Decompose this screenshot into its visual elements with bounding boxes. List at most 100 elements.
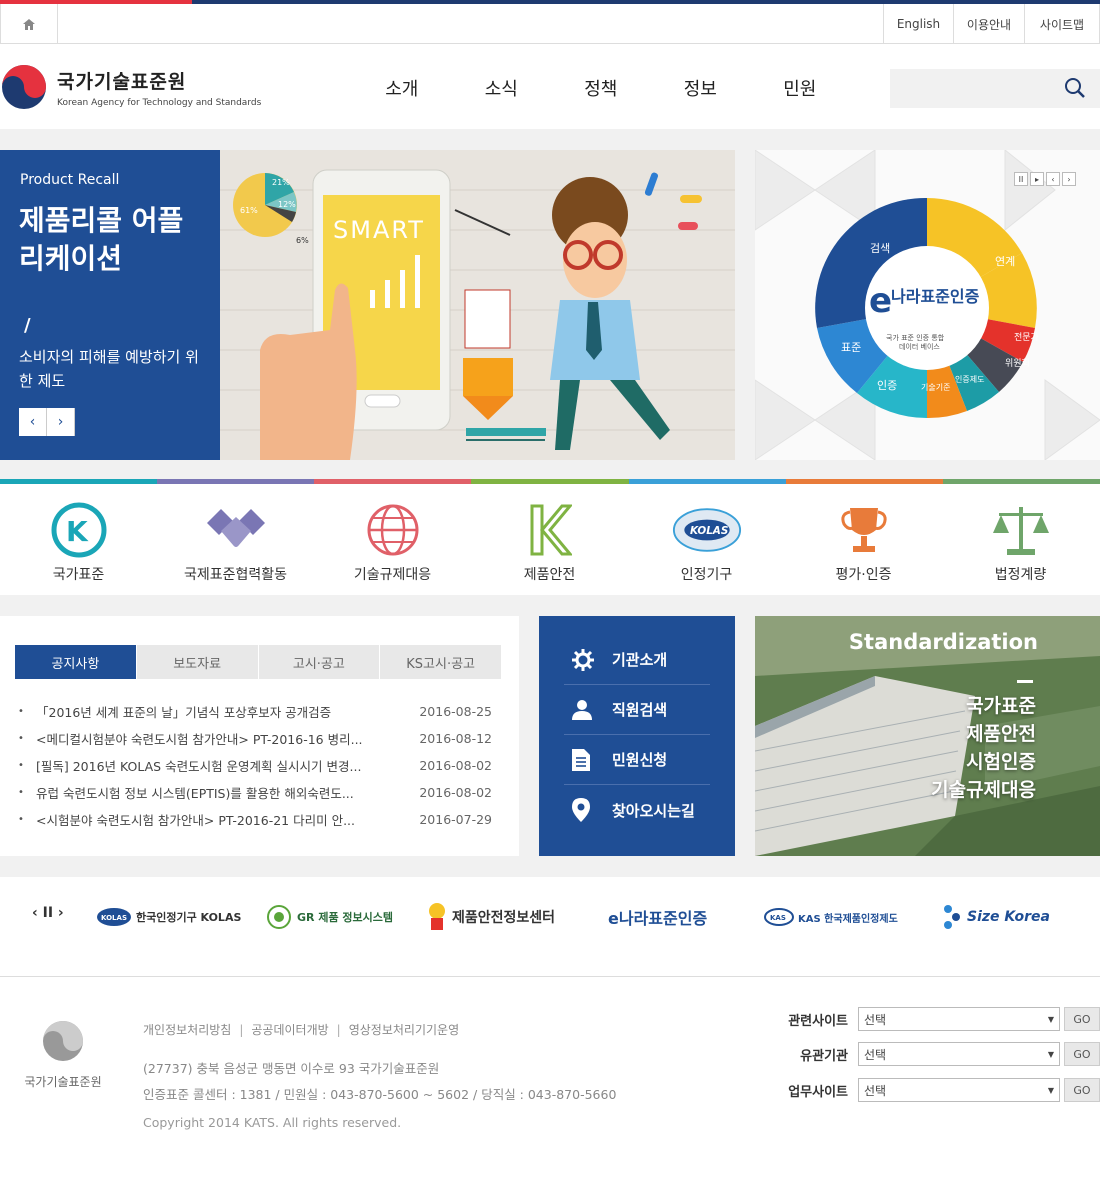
quick-item-tech-regulation[interactable]: 기술규제대응 — [314, 484, 471, 595]
cctv-policy-link[interactable]: 영상정보처리기기운영 — [349, 1023, 459, 1037]
select-value: 선택 — [864, 1047, 887, 1062]
notice-date: 2016-08-25 — [419, 704, 492, 719]
menu-staff-search[interactable]: 직원검색 — [564, 685, 710, 735]
banner-kas[interactable]: KAS KAS 한국제품인정제도 — [764, 897, 898, 937]
nav-about[interactable]: 소개 — [352, 75, 452, 101]
banner-gr[interactable]: GR 제품 정보시스템 — [266, 897, 393, 937]
select-value: 선택 — [864, 1083, 887, 1098]
work-sites-dropdown[interactable]: 선택 ▼ — [858, 1078, 1060, 1102]
next-slide-button[interactable]: › — [47, 408, 75, 436]
main-nav: 소개 소식 정책 정보 민원 — [352, 75, 850, 101]
recall-description: 소비자의 피해를 예방하기 위한 제도 — [19, 348, 199, 390]
menu-institution[interactable]: 기관소개 — [564, 635, 710, 685]
menu-label: 찾아오시는길 — [612, 801, 695, 820]
search-icon[interactable] — [1064, 77, 1086, 99]
std-line: 기술규제대응 — [931, 779, 1036, 801]
quick-label: 국제표준협력활동 — [183, 567, 288, 583]
svg-text:KOLAS: KOLAS — [689, 525, 727, 537]
kolas-icon: KOLAS — [672, 508, 741, 552]
ks-icon: K — [51, 502, 106, 558]
banner-safety-center[interactable]: 제품안전정보센터 — [426, 897, 555, 937]
public-data-link[interactable]: 공공데이터개방 — [251, 1023, 328, 1037]
sitemap-link[interactable]: 사이트맵 — [1024, 4, 1100, 44]
quick-item-certification[interactable]: 평가·인증 — [785, 484, 942, 595]
svg-text:K: K — [66, 515, 89, 548]
list-item[interactable]: • 「2016년 세계 표준의 날」기념식 포상후보자 공개검증 2016-08-2… — [18, 698, 492, 725]
go-button[interactable]: GO — [1064, 1042, 1100, 1066]
gr-logo-icon — [267, 905, 291, 929]
tab-press[interactable]: 보도자료 — [136, 645, 259, 679]
quick-item-national-standard[interactable]: K 국가표준 — [0, 484, 157, 595]
quick-item-accreditation[interactable]: KOLAS 인정기구 — [628, 484, 785, 595]
standardization-banner[interactable]: Standardization 국가표준 제품안전 시험인증 기술규제대응 — [755, 616, 1100, 856]
segment-link: 연계 — [995, 255, 1015, 268]
chevron-down-icon: ▼ — [1047, 1085, 1054, 1095]
notice-title[interactable]: 유럽 숙련도시험 정보 시스템(EPTIS)를 활용한 해외숙련도... — [36, 783, 412, 802]
quick-label: 제품안전 — [523, 567, 576, 583]
tab-ks-announcement[interactable]: KS고시·공고 — [380, 645, 502, 679]
quick-item-product-safety[interactable]: 제품안전 — [471, 484, 628, 595]
pie-label-61: 61% — [240, 206, 258, 215]
tab-announcement[interactable]: 고시·공고 — [258, 645, 381, 679]
handshake-icon — [206, 509, 265, 547]
banner-enara[interactable]: e나라표준인증 — [608, 897, 707, 937]
std-line: 제품안전 — [966, 723, 1036, 745]
quick-item-metrology[interactable]: 법정계량 — [942, 484, 1099, 595]
home-button[interactable] — [0, 4, 58, 44]
list-item[interactable]: • <시험분야 숙련도시험 참가안내> PT-2016-21 다리미 안... 20… — [18, 806, 492, 833]
trophy-icon — [840, 508, 887, 552]
related-sites-dropdown[interactable]: 선택 ▼ — [858, 1007, 1060, 1031]
list-item[interactable]: • [필독] 2016년 KOLAS 숙련도시험 운영계획 실시시기 변경... 2… — [18, 752, 492, 779]
nav-news[interactable]: 소식 — [452, 75, 552, 101]
quick-menu: 기관소개 직원검색 민원신청 찾아오시는길 — [539, 616, 735, 856]
nav-info[interactable]: 정보 — [651, 75, 751, 101]
notice-title[interactable]: <메디컬시험분야 숙련도시험 참가안내> PT-2016-16 병리... — [36, 729, 412, 748]
nav-civil[interactable]: 민원 — [750, 75, 850, 101]
footer-links: 개인정보처리방침 | 공공데이터개방 | 영상정보처리기기운영 — [143, 1023, 460, 1037]
guide-link[interactable]: 이용안내 — [953, 4, 1024, 44]
go-button[interactable]: GO — [1064, 1007, 1100, 1031]
kolas-logo-icon: KOLAS — [97, 908, 131, 926]
english-link[interactable]: English — [883, 4, 953, 44]
safety-mascot-icon — [429, 903, 445, 930]
recall-panel: Product Recall 제품리콜 어플리케이션 / 소비자의 피해를 예방… — [0, 150, 220, 460]
std-divider — [1017, 680, 1033, 683]
select-label: 관련사이트 — [788, 1013, 848, 1029]
notice-title[interactable]: 「2016년 세계 표준의 날」기념식 포상후보자 공개검증 — [36, 702, 412, 721]
banner-size-korea[interactable]: Size Korea — [940, 897, 1050, 937]
related-agencies-dropdown[interactable]: 선택 ▼ — [858, 1042, 1060, 1066]
taegeuk-logo-icon — [2, 65, 46, 109]
play-button[interactable]: ▸ — [1030, 172, 1044, 186]
notice-title[interactable]: [필독] 2016년 KOLAS 숙련도시험 운영계획 실시시기 변경... — [36, 756, 412, 775]
list-item[interactable]: • <메디컬시험분야 숙련도시험 참가안내> PT-2016-16 병리... 20… — [18, 725, 492, 752]
notice-date: 2016-08-02 — [419, 785, 492, 800]
quick-item-intl-cooperation[interactable]: 국제표준협력활동 — [157, 484, 314, 595]
enara-next-button[interactable]: › — [1062, 172, 1076, 186]
menu-civil-request[interactable]: 민원신청 — [564, 735, 710, 785]
select-label: 업무사이트 — [788, 1084, 848, 1100]
enara-desc-1: 국가 표준 인증 통합 — [886, 333, 945, 342]
search-input[interactable] — [890, 69, 1100, 108]
menu-label: 기관소개 — [612, 651, 668, 669]
tab-notice[interactable]: 공지사항 — [15, 645, 137, 679]
notice-title[interactable]: <시험분야 숙련도시험 참가안내> PT-2016-21 다리미 안... — [36, 810, 412, 829]
nav-policy[interactable]: 정책 — [551, 75, 651, 101]
list-item[interactable]: • 유럽 숙련도시험 정보 시스템(EPTIS)를 활용한 해외숙련도... 201… — [18, 779, 492, 806]
globe-icon — [367, 504, 418, 556]
go-button[interactable]: GO — [1064, 1078, 1100, 1102]
std-line: 국가표준 — [966, 695, 1036, 717]
banner-controls[interactable]: ‹ II › — [32, 905, 64, 921]
pause-button[interactable]: II — [1014, 172, 1028, 186]
enara-panel[interactable]: 검색 연계 전문가 위원회 인증제도 기술기준 인증 표준 e 나라표준인증 국… — [755, 150, 1100, 460]
address-text: (27737) 충북 음성군 맹동면 이수로 93 국가기술표준원 — [143, 1061, 440, 1076]
kc-mark-icon — [530, 504, 572, 556]
privacy-policy-link[interactable]: 개인정보처리방침 — [143, 1023, 231, 1037]
scale-icon — [992, 507, 1049, 555]
prev-slide-button[interactable]: ‹ — [19, 408, 47, 436]
recall-illustration[interactable]: 21% 12% 61% 6% SMART — [220, 150, 735, 460]
header: 국가기술표준원 Korean Agency for Technology and… — [0, 45, 1100, 129]
site-logo[interactable]: 국가기술표준원 Korean Agency for Technology and… — [0, 63, 261, 111]
banner-kolas[interactable]: KOLAS 한국인정기구 KOLAS — [96, 897, 241, 937]
menu-directions[interactable]: 찾아오시는길 — [564, 785, 710, 835]
enara-prev-button[interactable]: ‹ — [1046, 172, 1060, 186]
